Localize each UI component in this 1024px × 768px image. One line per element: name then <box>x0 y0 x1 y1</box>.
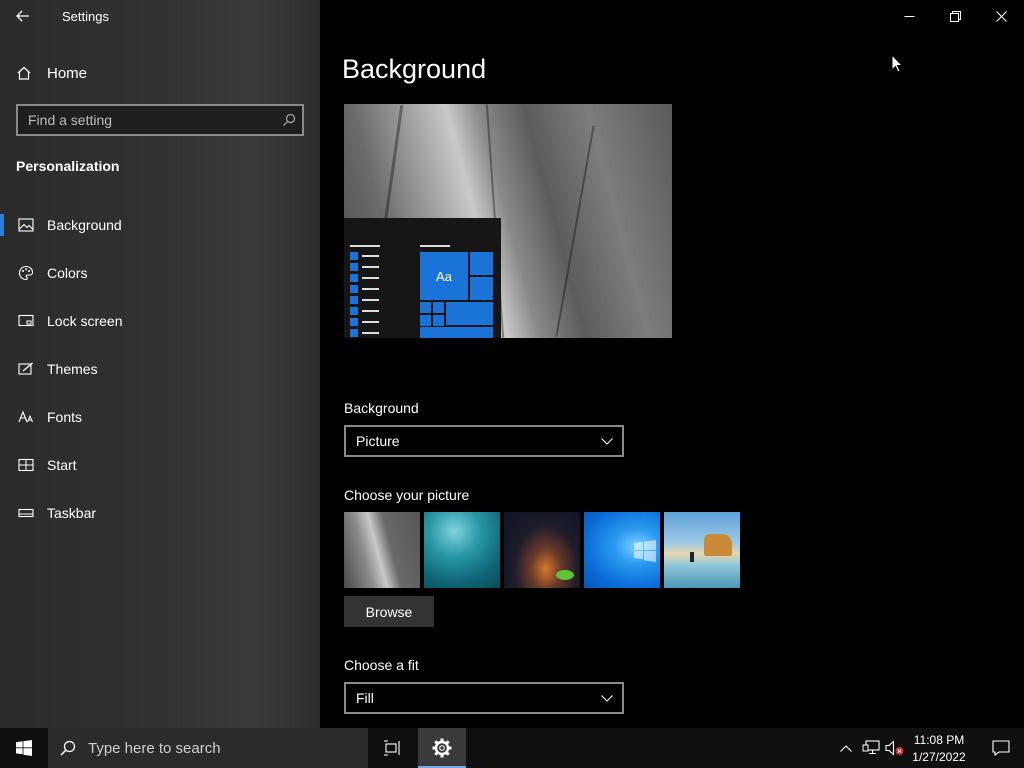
nav-item-start[interactable]: Start <box>0 445 320 485</box>
background-preview: Aa <box>344 104 672 338</box>
chevron-down-icon <box>592 437 622 445</box>
nav-item-label: Background <box>47 217 122 233</box>
nav-item-taskbar[interactable]: Taskbar <box>0 493 320 533</box>
search-icon <box>60 740 80 756</box>
clock-time: 11:08 PM <box>913 733 965 747</box>
volume-tray-button[interactable] <box>884 728 906 768</box>
task-view-icon <box>384 740 400 756</box>
gear-icon <box>432 738 452 758</box>
image-icon <box>16 218 36 232</box>
lock-screen-icon <box>16 314 36 328</box>
picture-thumbnail-beach[interactable] <box>664 512 740 588</box>
taskbar-settings-app[interactable] <box>418 728 466 768</box>
palette-icon <box>16 265 36 281</box>
picture-thumbnail-windows[interactable] <box>584 512 660 588</box>
taskbar-search-box[interactable]: Type here to search <box>48 728 368 768</box>
fonts-icon <box>16 410 36 424</box>
page-title: Background <box>342 54 487 84</box>
close-button[interactable] <box>978 0 1024 32</box>
windows-logo-icon <box>634 540 656 562</box>
choose-picture-label: Choose your picture <box>344 487 470 503</box>
nav-item-themes[interactable]: Themes <box>0 349 320 389</box>
minimize-icon <box>904 15 914 17</box>
picture-thumbnail-rock[interactable] <box>344 512 420 588</box>
search-icon[interactable] <box>276 113 302 127</box>
settings-sidebar: Settings Home Personalization Background… <box>0 0 320 728</box>
chevron-down-icon <box>592 694 622 702</box>
nav-home-label: Home <box>47 64 88 82</box>
picture-thumbnail-night-sky[interactable] <box>504 512 580 588</box>
taskbar: Type here to search 11:08 PM 1/27/2022 <box>0 728 1024 768</box>
background-type-value: Picture <box>356 433 400 449</box>
taskbar-search-placeholder: Type here to search <box>88 739 221 757</box>
system-clock[interactable]: 11:08 PM 1/27/2022 <box>906 732 972 766</box>
nav-item-label: Lock screen <box>47 313 123 329</box>
settings-search-box[interactable] <box>16 104 304 136</box>
minimize-button[interactable] <box>886 0 932 32</box>
network-icon <box>862 740 880 755</box>
background-label: Background <box>344 400 419 416</box>
action-center-button[interactable] <box>978 728 1024 768</box>
clock-date: 1/27/2022 <box>912 750 966 764</box>
preview-tile: Aa <box>420 252 468 300</box>
volume-muted-icon <box>885 740 904 756</box>
notification-icon <box>992 740 1010 756</box>
fit-value: Fill <box>356 690 374 706</box>
restore-icon <box>949 10 961 22</box>
browse-button[interactable]: Browse <box>344 596 434 627</box>
fit-label: Choose a fit <box>344 657 419 673</box>
network-tray-button[interactable] <box>860 728 882 768</box>
background-type-dropdown[interactable]: Picture <box>344 425 624 457</box>
windows-logo-icon <box>16 740 32 756</box>
chevron-up-icon <box>840 744 852 752</box>
fit-dropdown[interactable]: Fill <box>344 682 624 714</box>
preview-desktop-mockup: Aa <box>344 218 501 338</box>
taskbar-icon <box>16 508 36 518</box>
back-arrow-icon <box>16 10 29 22</box>
show-hidden-icons-button[interactable] <box>836 728 856 768</box>
nav-item-label: Taskbar <box>47 505 97 521</box>
nav-item-lock-screen[interactable]: Lock screen <box>0 301 320 341</box>
nav-item-background[interactable]: Background <box>0 205 320 245</box>
start-button[interactable] <box>0 728 48 768</box>
close-icon <box>995 10 1007 22</box>
mouse-cursor-icon <box>891 54 903 73</box>
nav-item-label: Fonts <box>47 409 83 425</box>
settings-search-input[interactable] <box>18 106 276 134</box>
nav-item-label: Themes <box>47 361 98 377</box>
app-title: Settings <box>62 9 109 24</box>
start-icon <box>16 458 36 472</box>
nav-item-label: Start <box>47 457 77 473</box>
back-button[interactable] <box>0 0 46 32</box>
picture-thumbnail-underwater[interactable] <box>424 512 500 588</box>
nav-home[interactable]: Home <box>0 56 320 90</box>
themes-icon <box>16 362 36 376</box>
nav-item-label: Colors <box>47 265 88 281</box>
section-title: Personalization <box>16 158 120 174</box>
nav-item-fonts[interactable]: Fonts <box>0 397 320 437</box>
restore-button[interactable] <box>932 0 978 32</box>
task-view-button[interactable] <box>368 728 416 768</box>
nav-item-colors[interactable]: Colors <box>0 253 320 293</box>
home-icon <box>16 65 34 81</box>
